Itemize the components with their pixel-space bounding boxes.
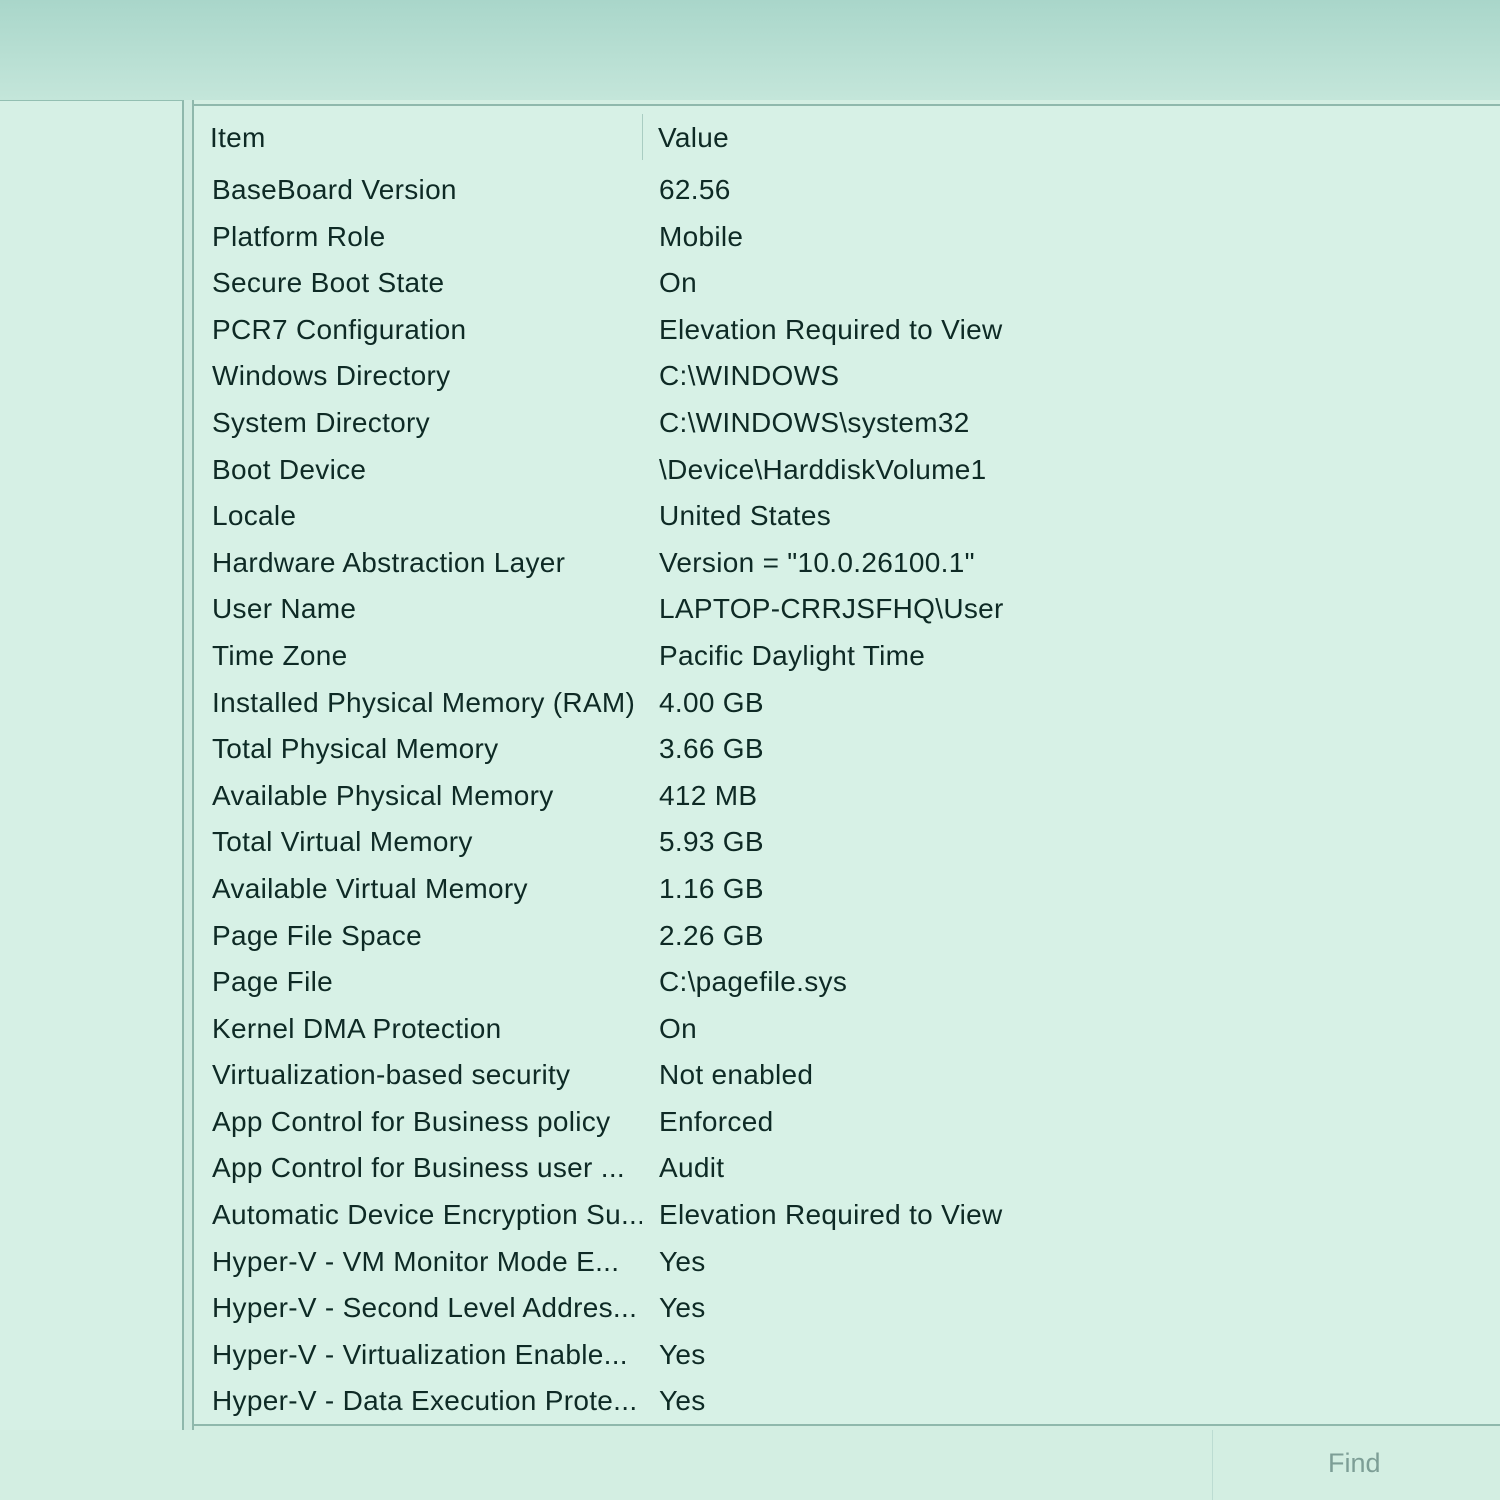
row-item-value: Yes	[659, 1338, 706, 1370]
row-item-value: 4.00 GB	[659, 686, 764, 718]
row-item-name: App Control for Business user ...	[212, 1152, 625, 1184]
row-item-value: Yes	[659, 1292, 706, 1324]
table-row[interactable]: App Control for Business policy Enforced	[194, 1100, 1500, 1147]
row-item-value: On	[659, 1012, 697, 1044]
row-item-value: On	[659, 267, 697, 299]
system-summary-list[interactable]: Item Value BaseBoard Version 62.56 Platfor…	[194, 104, 1500, 1426]
row-item-value: Elevation Required to View	[659, 313, 1003, 345]
table-row[interactable]: PCR7 Configuration Elevation Required to …	[194, 308, 1500, 355]
find-bar-separator	[1212, 1430, 1213, 1500]
column-header-item[interactable]: Item	[210, 122, 266, 154]
table-row[interactable]: BaseBoard Version 62.56	[194, 168, 1500, 215]
row-item-name: Hyper-V - Second Level Addres...	[212, 1292, 638, 1324]
table-row[interactable]: Time Zone Pacific Daylight Time	[194, 634, 1500, 681]
table-row[interactable]: Total Virtual Memory 5.93 GB	[194, 820, 1500, 867]
table-row[interactable]: Page File Space 2.26 GB	[194, 914, 1500, 961]
table-row[interactable]: Locale United States	[194, 494, 1500, 541]
row-item-value: 412 MB	[659, 779, 758, 811]
row-item-value: Pacific Daylight Time	[659, 639, 926, 671]
row-item-name: Available Physical Memory	[212, 779, 554, 811]
row-item-value: LAPTOP-CRRJSFHQ\User	[659, 593, 1004, 625]
table-row[interactable]: App Control for Business user ... Audit	[194, 1146, 1500, 1193]
row-item-name: BaseBoard Version	[212, 174, 457, 205]
table-row[interactable]: Boot Device \Device\HarddiskVolume1	[194, 448, 1500, 495]
window-top-area	[0, 0, 1500, 100]
row-item-name: Automatic Device Encryption Su...	[212, 1199, 642, 1231]
list-rows: BaseBoard Version 62.56 Platform Role Mobil…	[194, 168, 1500, 1424]
table-row[interactable]: Available Virtual Memory 1.16 GB	[194, 867, 1500, 914]
row-item-name: Installed Physical Memory (RAM)	[212, 686, 636, 718]
find-bar: Find	[0, 1430, 1500, 1500]
list-header: Item Value	[194, 106, 1500, 168]
table-row[interactable]: System Directory C:\WINDOWS\system32	[194, 401, 1500, 448]
table-row[interactable]: Installed Physical Memory (RAM) 4.00 GB	[194, 681, 1500, 728]
table-row[interactable]: Total Physical Memory 3.66 GB	[194, 727, 1500, 774]
row-item-value: 3.66 GB	[659, 733, 764, 765]
row-item-name: Kernel DMA Protection	[212, 1012, 502, 1044]
row-item-name: PCR7 Configuration	[212, 313, 467, 345]
row-item-value: Version = "10.0.26100.1"	[659, 546, 975, 578]
row-item-value: C:\pagefile.sys	[659, 966, 848, 998]
table-row[interactable]: Virtualization-based security Not enabled	[194, 1053, 1500, 1100]
row-item-value: Not enabled	[659, 1059, 814, 1091]
column-divider[interactable]	[642, 114, 643, 160]
row-item-name: User Name	[212, 593, 357, 625]
category-tree-pane[interactable]	[0, 100, 184, 1431]
table-row[interactable]: Automatic Device Encryption Su... Elevati…	[194, 1193, 1500, 1240]
row-item-value: Yes	[659, 1385, 706, 1417]
row-item-value: 62.56	[659, 174, 731, 205]
row-item-value: Enforced	[659, 1105, 774, 1137]
table-row[interactable]: Kernel DMA Protection On	[194, 1007, 1500, 1054]
column-header-value[interactable]: Value	[658, 122, 729, 154]
row-item-name: Page File	[212, 966, 333, 998]
row-item-value: Elevation Required to View	[659, 1199, 1003, 1231]
row-item-name: Virtualization-based security	[212, 1059, 571, 1091]
row-item-name: System Directory	[212, 406, 430, 438]
row-item-name: App Control for Business policy	[212, 1105, 611, 1137]
row-item-name: Boot Device	[212, 453, 367, 485]
row-item-name: Windows Directory	[212, 360, 451, 392]
table-row[interactable]: Platform Role Mobile	[194, 215, 1500, 262]
row-item-value: C:\WINDOWS	[659, 360, 840, 392]
row-item-name: Hyper-V - Data Execution Prote...	[212, 1385, 638, 1417]
row-item-name: Page File Space	[212, 919, 422, 951]
table-row[interactable]: Hyper-V - Virtualization Enable... Yes	[194, 1333, 1500, 1380]
row-item-name: Time Zone	[212, 639, 348, 671]
row-item-value: Audit	[659, 1152, 725, 1184]
table-row[interactable]: Hardware Abstraction Layer Version = "10.…	[194, 541, 1500, 588]
row-item-value: United States	[659, 500, 831, 532]
row-item-value: Yes	[659, 1245, 706, 1277]
row-item-value: 2.26 GB	[659, 919, 764, 951]
table-row[interactable]: Hyper-V - Second Level Addres... Yes	[194, 1286, 1500, 1333]
table-row[interactable]: Secure Boot State On	[194, 261, 1500, 308]
table-row[interactable]: Available Physical Memory 412 MB	[194, 774, 1500, 821]
table-row[interactable]: User Name LAPTOP-CRRJSFHQ\User	[194, 587, 1500, 634]
row-item-name: Platform Role	[212, 220, 386, 252]
row-item-name: Total Physical Memory	[212, 733, 499, 765]
row-item-name: Hyper-V - Virtualization Enable...	[212, 1338, 628, 1370]
table-row[interactable]: Hyper-V - VM Monitor Mode E... Yes	[194, 1240, 1500, 1287]
row-item-value: 1.16 GB	[659, 872, 764, 904]
row-item-name: Available Virtual Memory	[212, 872, 528, 904]
table-row[interactable]: Page File C:\pagefile.sys	[194, 960, 1500, 1007]
row-item-name: Locale	[212, 500, 297, 532]
row-item-name: Hardware Abstraction Layer	[212, 546, 566, 578]
row-item-name: Secure Boot State	[212, 267, 445, 299]
row-item-value: 5.93 GB	[659, 826, 764, 858]
find-button[interactable]: Find	[1328, 1448, 1381, 1479]
row-item-value: Mobile	[659, 220, 744, 252]
row-item-value: \Device\HarddiskVolume1	[659, 453, 987, 485]
table-row[interactable]: Hyper-V - Data Execution Prote... Yes	[194, 1379, 1500, 1424]
pane-splitter[interactable]	[184, 100, 194, 1430]
table-row[interactable]: Windows Directory C:\WINDOWS	[194, 354, 1500, 401]
row-item-name: Hyper-V - VM Monitor Mode E...	[212, 1245, 620, 1277]
row-item-value: C:\WINDOWS\system32	[659, 406, 970, 438]
row-item-name: Total Virtual Memory	[212, 826, 473, 858]
